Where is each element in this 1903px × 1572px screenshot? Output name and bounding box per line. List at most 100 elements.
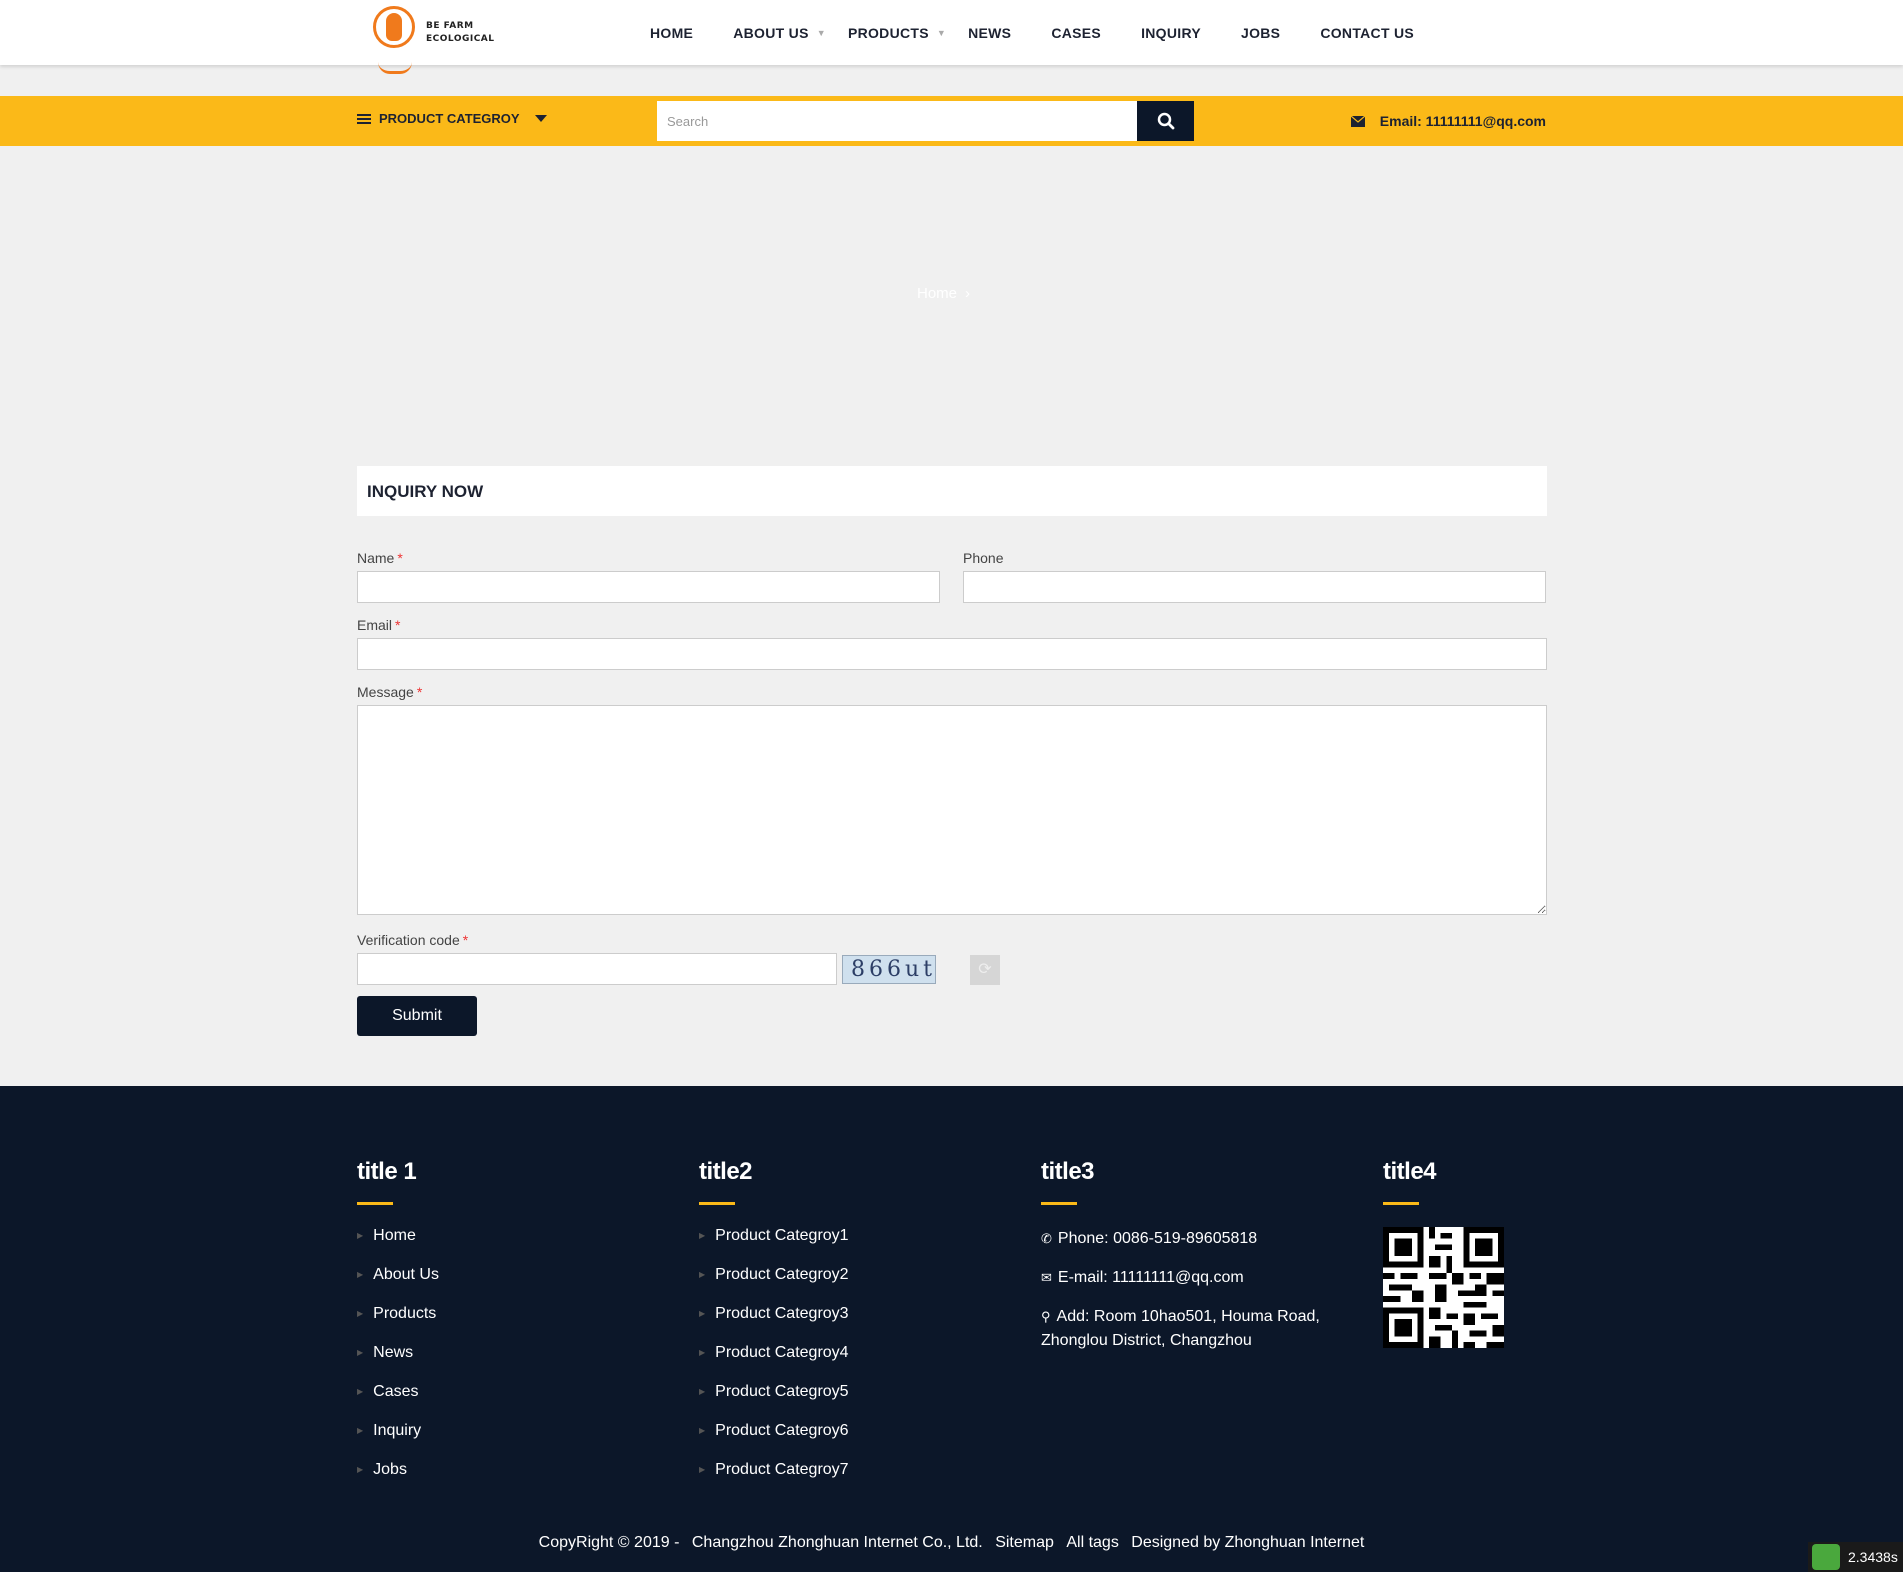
caret-right-icon: ▶	[357, 1231, 364, 1240]
inquiry-header: INQUIRY NOW	[357, 466, 1547, 516]
caret-right-icon: ▶	[699, 1270, 706, 1279]
nav-news[interactable]: NEWS	[968, 25, 1011, 41]
footer-link-label: Jobs	[373, 1461, 407, 1478]
nav-about-us[interactable]: ABOUT US ▼	[733, 25, 826, 41]
footer-link-label: News	[373, 1344, 414, 1361]
nav-cases[interactable]: CASES	[1051, 25, 1101, 41]
footer-link-label: Product Categroy3	[715, 1305, 849, 1322]
phone-field[interactable]	[963, 571, 1546, 603]
nav-home[interactable]: HOME	[650, 25, 693, 41]
submit-button[interactable]: Submit	[357, 996, 477, 1036]
footer-link-news[interactable]: ▶ News	[357, 1344, 439, 1383]
page-speed-badge: 2.3438s	[1808, 1542, 1903, 1572]
sitemap-link[interactable]: Sitemap	[995, 1534, 1054, 1551]
footer-link-label: Product Categroy5	[715, 1383, 849, 1400]
all-tags-link[interactable]: All tags	[1066, 1534, 1118, 1551]
speed-badge-text: 2.3438s	[1848, 1549, 1898, 1565]
nav-inquiry[interactable]: INQUIRY	[1141, 25, 1201, 41]
message-field[interactable]	[357, 705, 1547, 915]
footer-col-2-title: title2	[699, 1158, 753, 1185]
menu-icon	[357, 112, 371, 126]
envelope-icon: ✉	[1041, 1270, 1052, 1285]
footer-link-about-us[interactable]: ▶ About Us	[357, 1266, 439, 1305]
copyright-bar: CopyRight © 2019 - Changzhou Zhonghuan I…	[0, 1534, 1903, 1552]
brand-name: BE FARM ECOLOGICAL	[426, 20, 495, 46]
footer-category-link-5[interactable]: ▶ Product Categroy5	[699, 1383, 849, 1422]
nav-inquiry-label: INQUIRY	[1141, 24, 1201, 41]
footer-category-link-1[interactable]: ▶ Product Categroy1	[699, 1227, 849, 1266]
search-input[interactable]	[657, 101, 1137, 141]
footer-col-3-title: title3	[1041, 1158, 1095, 1185]
footer-category-link-7[interactable]: ▶ Product Categroy7	[699, 1461, 849, 1500]
company-link[interactable]: Changzhou Zhonghuan Internet Co., Ltd.	[692, 1534, 983, 1551]
brand-line-2: ECOLOGICAL	[426, 34, 495, 44]
email-field[interactable]	[357, 638, 1547, 670]
footer-category-link-6[interactable]: ▶ Product Categroy6	[699, 1422, 849, 1461]
nav-contact-label: CONTACT US	[1320, 24, 1415, 41]
footer-col-2: title2 ▶ Product Categroy1 ▶ Product Categ…	[699, 1158, 849, 1500]
site-footer: title 1 ▶ Home ▶ About Us ▶ Products ▶ News …	[0, 1086, 1903, 1572]
caret-down-icon: ▼	[816, 27, 826, 38]
footer-link-inquiry[interactable]: ▶ Inquiry	[357, 1422, 439, 1461]
captcha-image[interactable]: 866ute	[842, 955, 936, 984]
designed-by-link[interactable]: Designed by Zhonghuan Internet	[1131, 1534, 1364, 1551]
breadcrumb: Home ›	[917, 285, 970, 302]
envelope-icon	[1350, 115, 1365, 127]
footer-link-label: Product Categroy6	[715, 1422, 849, 1439]
required-mark: *	[462, 932, 469, 948]
footer-col-4-title: title4	[1383, 1158, 1437, 1185]
footer-category-link-4[interactable]: ▶ Product Categroy4	[699, 1344, 849, 1383]
footer-col-3: title3 ✆ Phone: 0086-519-89605818 ✉ E-mail…	[1041, 1158, 1341, 1368]
phone-label: Phone	[963, 550, 1003, 566]
nav-contact-us[interactable]: CONTACT US	[1320, 25, 1414, 41]
footer-link-label: Product Categroy7	[715, 1461, 849, 1478]
required-mark: *	[416, 684, 423, 700]
footer-link-label: Product Categroy1	[715, 1227, 849, 1244]
caret-right-icon: ▶	[357, 1348, 364, 1357]
copyright-text: CopyRight © 2019 -	[538, 1534, 680, 1551]
required-mark: *	[395, 617, 401, 633]
footer-link-label: Products	[373, 1305, 437, 1322]
nav-products[interactable]: PRODUCTS ▼	[848, 25, 946, 41]
breadcrumb-home[interactable]: Home	[917, 285, 957, 302]
caret-right-icon: ▶	[357, 1465, 364, 1474]
footer-link-label: Inquiry	[373, 1422, 422, 1439]
header-email-text: Email: 11111111@qq.com	[1379, 113, 1546, 129]
footer-address: ⚲ Add: Room 10hao501, Houma Road, Zhonglo…	[1041, 1305, 1341, 1353]
footer-category-link-3[interactable]: ▶ Product Categroy3	[699, 1305, 849, 1344]
product-category-dropdown[interactable]: PRODUCT CATEGROY	[357, 111, 547, 126]
footer-col-1: title 1 ▶ Home ▶ About Us ▶ Products ▶ News …	[357, 1158, 439, 1500]
caret-right-icon: ▶	[357, 1270, 364, 1279]
caret-right-icon: ▶	[699, 1231, 706, 1240]
header-email[interactable]: Email: 11111111@qq.com	[1350, 113, 1546, 129]
footer-title-underline	[1041, 1202, 1077, 1205]
search-button[interactable]	[1137, 101, 1194, 141]
caret-down-icon	[534, 115, 547, 122]
footer-link-home[interactable]: ▶ Home	[357, 1227, 439, 1266]
verification-label-text: Verification code	[357, 932, 460, 948]
refresh-icon[interactable]: ⟳	[970, 955, 1000, 985]
category-search-bar: PRODUCT CATEGROY Email: 11111111@qq.com	[0, 96, 1903, 146]
footer-col-4: title4	[1383, 1158, 1504, 1348]
nav-cases-label: CASES	[1051, 24, 1102, 41]
email-label: Email *	[357, 617, 400, 633]
brand-logo[interactable]: BE FARM ECOLOGICAL	[370, 4, 535, 76]
email-label-text: Email	[357, 617, 393, 633]
phone-label-text: Phone	[963, 550, 1004, 566]
footer-category-link-2[interactable]: ▶ Product Categroy2	[699, 1266, 849, 1305]
nav-jobs[interactable]: JOBS	[1241, 25, 1280, 41]
footer-link-label: Product Categroy4	[715, 1344, 849, 1361]
footer-link-cases[interactable]: ▶ Cases	[357, 1383, 439, 1422]
qr-code-image	[1383, 1227, 1504, 1348]
name-field[interactable]	[357, 571, 940, 603]
main-nav: HOME ABOUT US ▼ PRODUCTS ▼ NEWS CASES INQU…	[650, 0, 1454, 65]
caret-right-icon: ▶	[357, 1309, 364, 1318]
nav-products-label: PRODUCTS	[847, 24, 929, 41]
footer-email[interactable]: ✉ E-mail: 11111111@qq.com	[1041, 1266, 1341, 1290]
verification-field[interactable]	[357, 953, 837, 985]
footer-link-products[interactable]: ▶ Products	[357, 1305, 439, 1344]
footer-link-label: Product Categroy2	[715, 1266, 849, 1283]
footer-address-text: Add: Room 10hao501, Houma Road, Zhonglou…	[1041, 1308, 1320, 1349]
product-category-label: PRODUCT CATEGROY	[379, 111, 520, 126]
footer-link-jobs[interactable]: ▶ Jobs	[357, 1461, 439, 1500]
